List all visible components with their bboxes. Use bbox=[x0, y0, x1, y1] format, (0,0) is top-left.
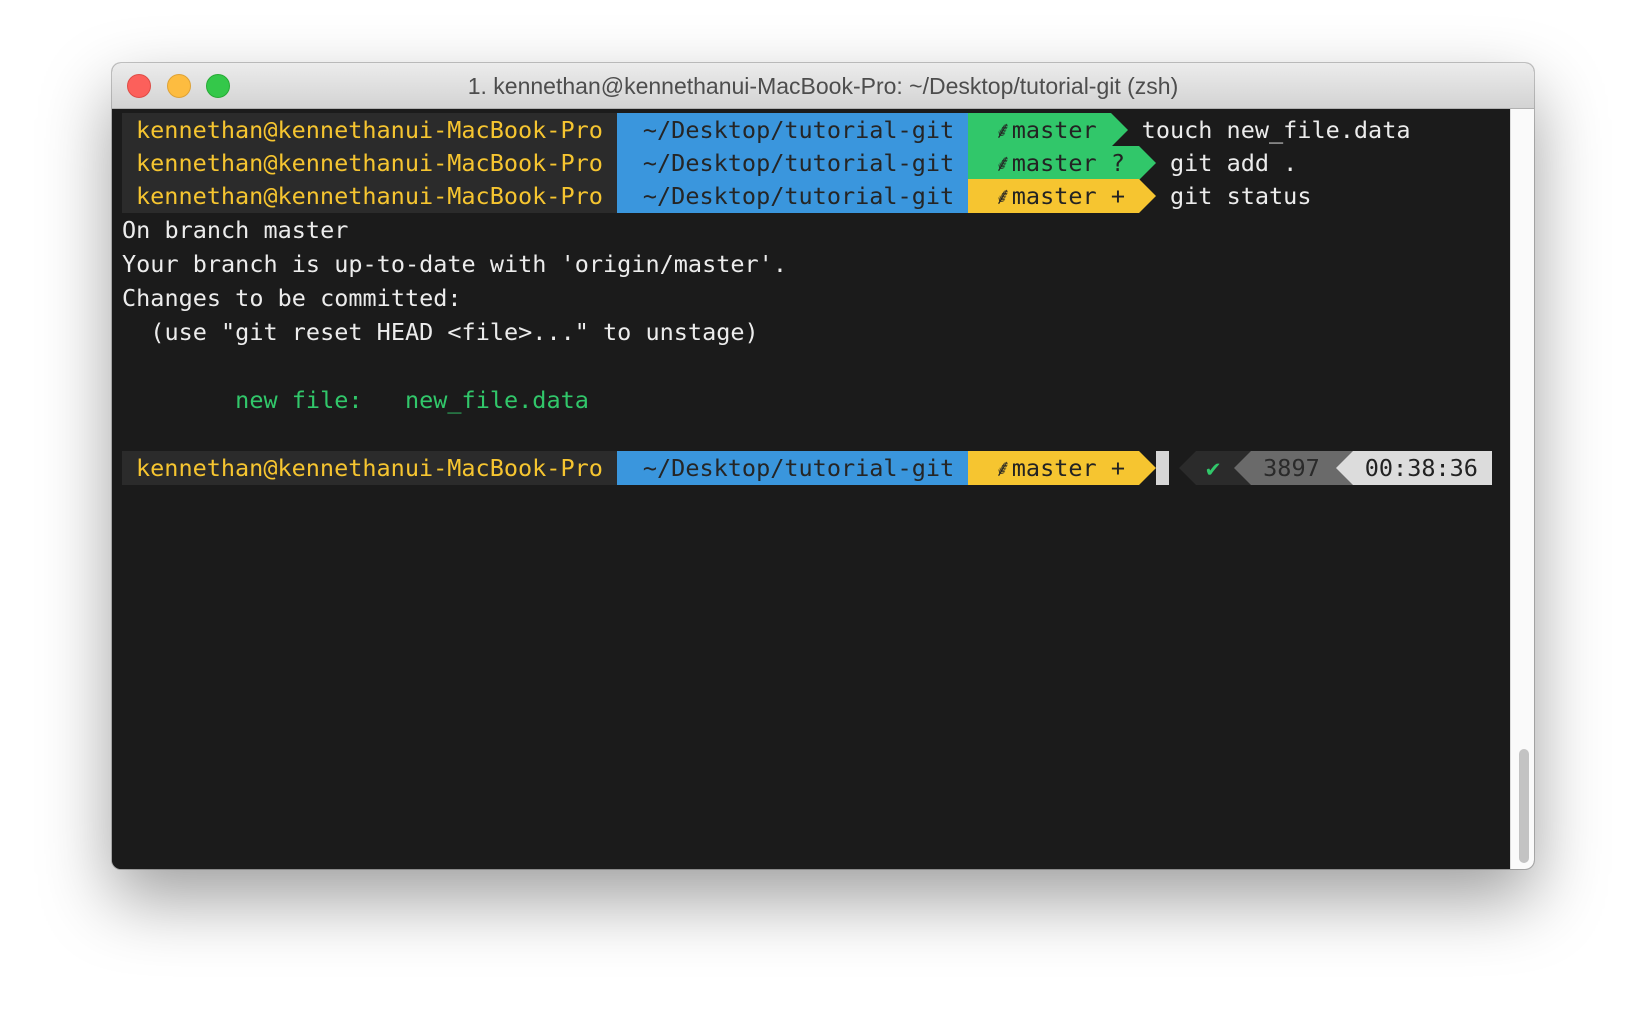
prompt-user: kennethan@kennethanui-MacBook-Pro bbox=[122, 146, 617, 180]
segment-separator bbox=[1138, 146, 1156, 180]
prompt-directory: ~/Desktop/tutorial-git bbox=[616, 179, 969, 213]
branch-status-marker: + bbox=[1110, 182, 1125, 210]
git-branch-icon: ⸙ bbox=[994, 116, 1012, 144]
prompt-line: kennethan@kennethanui-MacBook-Pro ~/Desk… bbox=[122, 146, 1297, 180]
output-line-new-file: new file: new_file.data bbox=[122, 386, 589, 414]
prompt-branch: master bbox=[1011, 149, 1097, 177]
segment-separator bbox=[1335, 451, 1353, 485]
scrollbar[interactable] bbox=[1510, 109, 1534, 869]
prompt-branch: master bbox=[1011, 454, 1097, 482]
segment-separator bbox=[1138, 451, 1156, 485]
current-prompt-line[interactable]: kennethan@kennethanui-MacBook-Pro ~/Desk… bbox=[122, 451, 1156, 485]
segment-separator bbox=[1110, 113, 1128, 147]
prompt-time: 00:38:36 bbox=[1352, 451, 1492, 485]
segment-separator bbox=[1138, 179, 1156, 213]
prompt-branch-segment: ⸙master + bbox=[968, 179, 1139, 213]
prompt-branch-segment: ⸙master + bbox=[968, 451, 1139, 485]
output-line: On branch master bbox=[122, 216, 349, 244]
title-bar[interactable]: 1. kennethan@kennethanui-MacBook-Pro: ~/… bbox=[112, 63, 1534, 109]
prompt-command: git status bbox=[1169, 182, 1312, 210]
status-check-icon: ✔ bbox=[1196, 451, 1235, 485]
git-branch-icon: ⸙ bbox=[994, 182, 1012, 210]
prompt-branch: master bbox=[1011, 116, 1097, 144]
git-branch-icon: ⸙ bbox=[994, 454, 1012, 482]
terminal-window: 1. kennethan@kennethanui-MacBook-Pro: ~/… bbox=[112, 63, 1534, 869]
output-line: Changes to be committed: bbox=[122, 284, 462, 312]
text-cursor[interactable] bbox=[1156, 451, 1169, 485]
terminal-content[interactable]: kennethan@kennethanui-MacBook-Pro ~/Desk… bbox=[112, 109, 1510, 869]
right-status-bar: ✔ 3897 00:38:36 bbox=[1156, 451, 1492, 485]
window-title: 1. kennethan@kennethanui-MacBook-Pro: ~/… bbox=[467, 73, 1179, 99]
history-number: 3897 bbox=[1251, 451, 1336, 485]
prompt-line: kennethan@kennethanui-MacBook-Pro ~/Desk… bbox=[122, 113, 1411, 147]
prompt-directory: ~/Desktop/tutorial-git bbox=[616, 451, 969, 485]
output-line: (use "git reset HEAD <file>..." to unsta… bbox=[122, 318, 759, 346]
prompt-directory: ~/Desktop/tutorial-git bbox=[616, 113, 969, 147]
output-line: Your branch is up-to-date with 'origin/m… bbox=[122, 250, 787, 278]
scrollbar-thumb[interactable] bbox=[1519, 749, 1529, 863]
prompt-user: kennethan@kennethanui-MacBook-Pro bbox=[122, 451, 617, 485]
prompt-branch: master bbox=[1011, 182, 1097, 210]
prompt-user: kennethan@kennethanui-MacBook-Pro bbox=[122, 179, 617, 213]
prompt-branch-segment: ⸙master ? bbox=[968, 146, 1139, 180]
prompt-command: git add . bbox=[1169, 149, 1298, 177]
prompt-command: touch new_file.data bbox=[1141, 116, 1411, 144]
prompt-branch-segment: ⸙master bbox=[968, 113, 1111, 147]
prompt-directory: ~/Desktop/tutorial-git bbox=[616, 146, 969, 180]
prompt-line: kennethan@kennethanui-MacBook-Pro ~/Desk… bbox=[122, 179, 1311, 213]
branch-status-marker: ? bbox=[1110, 149, 1125, 177]
segment-separator bbox=[1179, 451, 1196, 485]
branch-status-marker: + bbox=[1110, 454, 1125, 482]
prompt-user: kennethan@kennethanui-MacBook-Pro bbox=[122, 113, 617, 147]
segment-separator bbox=[1234, 451, 1252, 485]
git-branch-icon: ⸙ bbox=[994, 149, 1012, 177]
